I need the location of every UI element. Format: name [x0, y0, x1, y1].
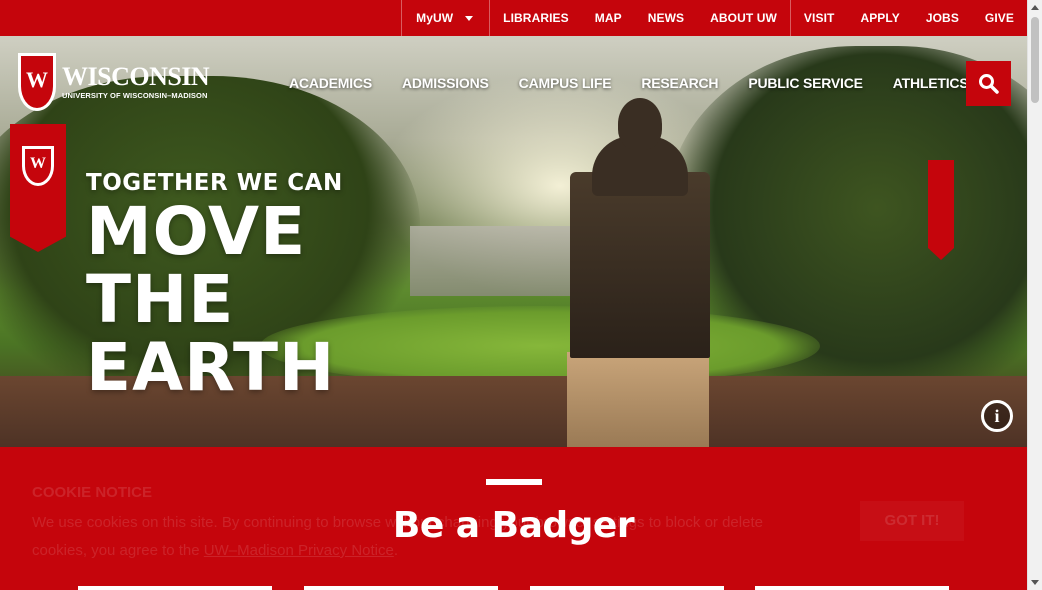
utility-link-give[interactable]: GIVE — [972, 0, 1027, 36]
nav-research[interactable]: RESEARCH — [626, 72, 733, 94]
cookie-notice: COOKIE NOTICE We use cookies on this sit… — [0, 447, 1027, 590]
nav-academics[interactable]: ACADEMICS — [274, 72, 387, 94]
utility-bar: MyUW LIBRARIES MAP NEWS ABOUT UW VISIT A… — [0, 0, 1027, 36]
campus-banner-right — [928, 160, 954, 260]
hero-line-the: THE — [86, 261, 235, 338]
utility-link-about[interactable]: ABOUT UW — [697, 0, 791, 36]
hero-lawn — [260, 306, 820, 386]
info-icon[interactable]: i — [981, 400, 1013, 432]
page-scrollbar[interactable] — [1027, 0, 1042, 590]
nav-campus-life[interactable]: CAMPUS LIFE — [504, 72, 627, 94]
search-icon — [979, 74, 999, 94]
campus-banner-left: W — [10, 124, 66, 252]
caret-down-icon — [465, 15, 474, 21]
logo-wordmark-title: WISCONSIN — [62, 62, 210, 91]
scrollbar-thumb[interactable] — [1031, 17, 1039, 103]
utility-link-libraries[interactable]: LIBRARIES — [490, 0, 582, 36]
statue-chair — [570, 172, 710, 358]
statue-pedestal — [567, 352, 709, 447]
logo-wordmark: WISCONSIN UNIVERSITY OF WISCONSIN–MADISO… — [62, 62, 210, 101]
utility-links: MyUW LIBRARIES MAP NEWS ABOUT UW VISIT A… — [401, 0, 1027, 36]
scroll-up-icon[interactable] — [1031, 5, 1039, 10]
uw-logo[interactable]: W WISCONSIN UNIVERSITY OF WISCONSIN–MADI… — [18, 53, 210, 111]
privacy-notice-link[interactable]: UW–Madison Privacy Notice — [204, 542, 394, 559]
nav-public-service[interactable]: PUBLIC SERVICE — [733, 72, 877, 94]
statue-head — [618, 98, 662, 150]
utility-link-visit[interactable]: VISIT — [791, 0, 848, 36]
utility-link-map[interactable]: MAP — [582, 0, 635, 36]
cookie-heading: COOKIE NOTICE — [32, 484, 153, 501]
cookie-accept-button[interactable]: GOT IT! — [860, 501, 964, 541]
scroll-down-icon[interactable] — [1031, 580, 1039, 585]
logo-wordmark-subline: UNIVERSITY OF WISCONSIN–MADISON — [62, 91, 208, 100]
hero-line-move: MOVE — [86, 193, 307, 270]
hero-line-earth: EARTH — [86, 329, 336, 406]
hero-headline: TOGETHER WE CAN MOVE THE EARTH — [86, 168, 343, 402]
cookie-text: We use cookies on this site. By continui… — [32, 514, 763, 559]
nav-admissions[interactable]: ADMISSIONS — [387, 72, 504, 94]
myuw-menu-button[interactable]: MyUW — [401, 0, 491, 36]
crest-icon: W — [18, 53, 56, 111]
search-button[interactable] — [966, 61, 1011, 106]
main-navigation: ACADEMICS ADMISSIONS CAMPUS LIFE RESEARC… — [274, 72, 983, 94]
banner-crest-icon: W — [22, 146, 54, 186]
utility-link-apply[interactable]: APPLY — [847, 0, 912, 36]
utility-link-news[interactable]: NEWS — [635, 0, 697, 36]
utility-link-jobs[interactable]: JOBS — [913, 0, 972, 36]
myuw-label: MyUW — [416, 11, 454, 25]
